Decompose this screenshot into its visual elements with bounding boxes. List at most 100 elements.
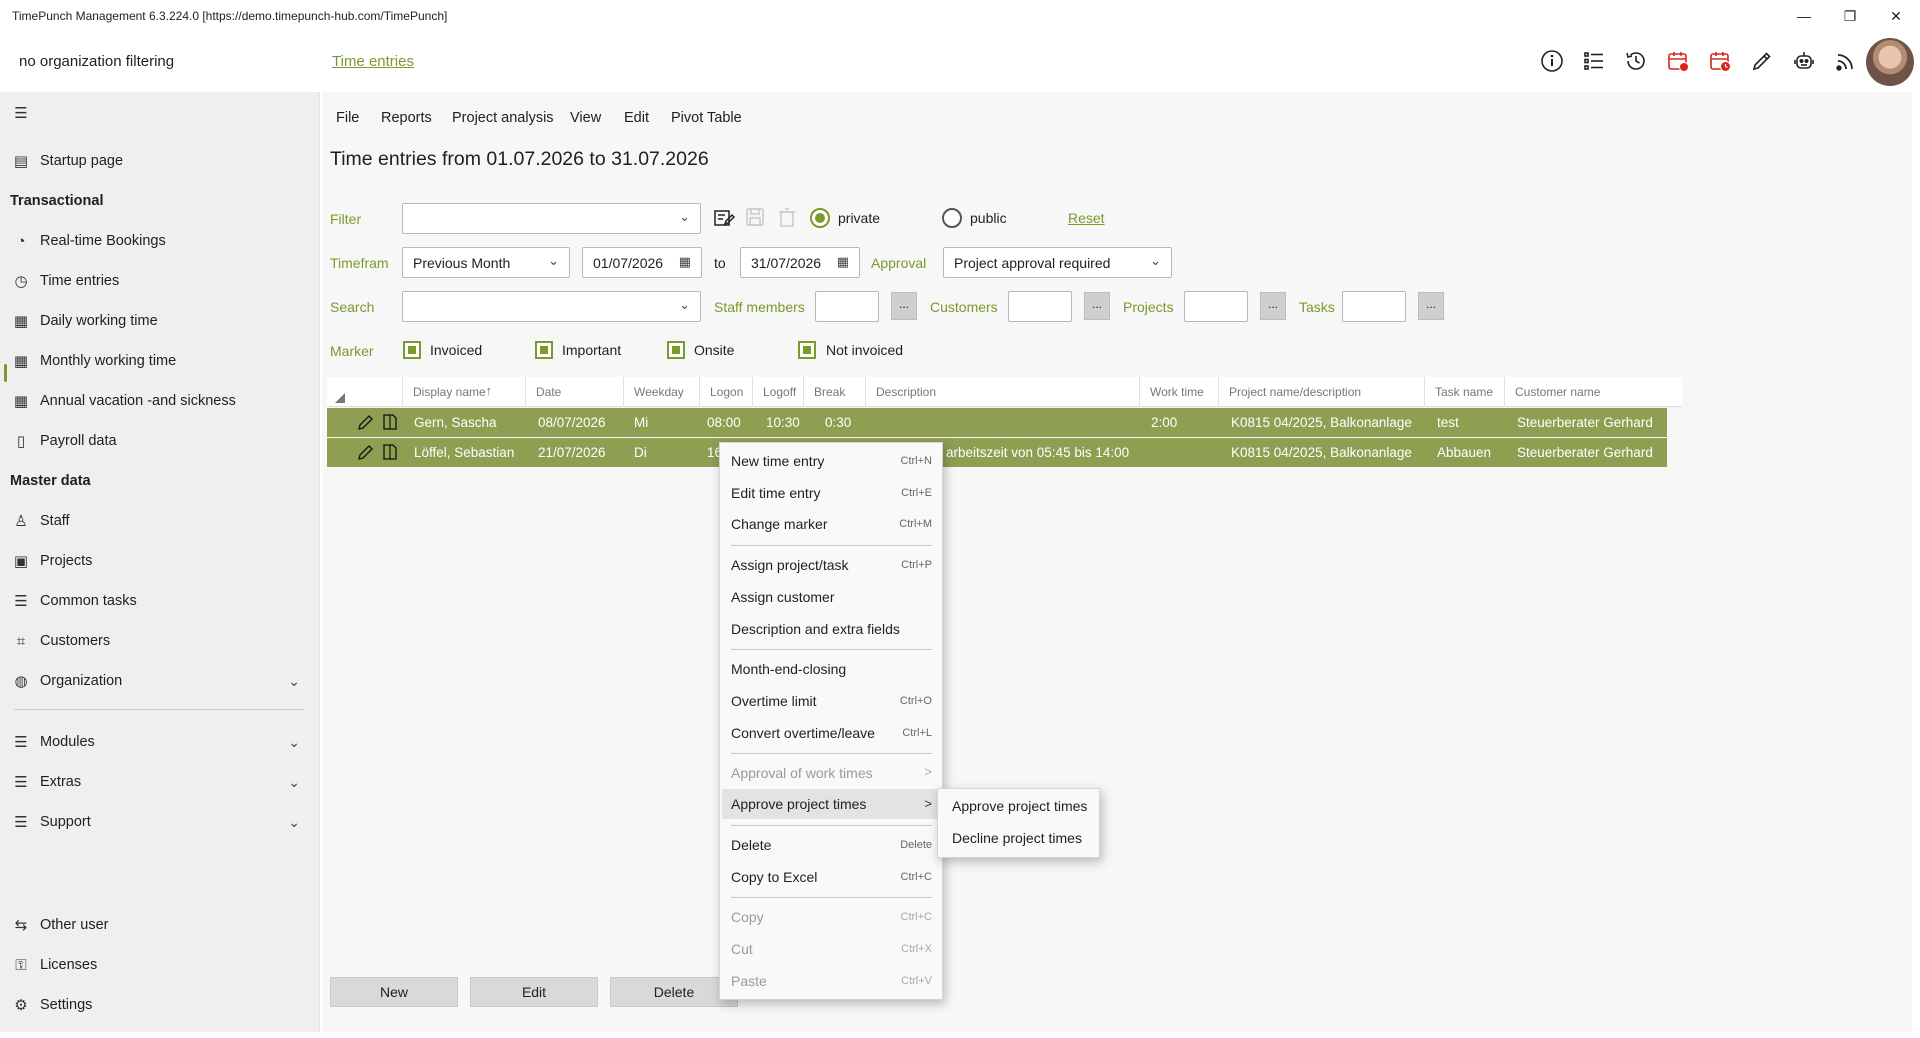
minimize-button[interactable]: — [1781,0,1827,32]
important-checkbox[interactable] [535,341,553,359]
col-customer-name[interactable]: Customer name [1504,377,1654,407]
sidebar-item-time-entries[interactable]: ◷ Time entries [0,264,320,298]
filter-select[interactable]: ⌄ [402,203,701,234]
new-button[interactable]: New [330,977,458,1007]
ctx-description-fields[interactable]: Description and extra fields [731,615,934,643]
edit-pencil-icon[interactable] [357,443,375,461]
sidebar-item-startup[interactable]: ▤ Startup page [0,144,320,178]
submenu-approve-project-times[interactable]: Approve project times [952,798,1087,824]
menu-edit[interactable]: Edit [624,110,649,126]
sidebar-item-support[interactable]: ☰ Support ⌄ [0,805,320,839]
history-icon[interactable] [1621,46,1651,76]
ctx-assign-project[interactable]: Assign project/task Ctrl+P [731,551,934,579]
sidebar-item-projects[interactable]: ▣ Projects [0,544,320,578]
sidebar-item-customers[interactable]: ⌗ Customers [0,624,320,658]
sidebar-item-other-user[interactable]: ⇆ Other user [0,908,320,942]
submenu-decline-project-times[interactable]: Decline project times [952,830,1082,856]
col-task-name[interactable]: Task name [1424,377,1494,407]
approval-value: Project approval required [954,255,1111,271]
col-project[interactable]: Project name/description [1218,377,1418,407]
ctx-label: Copy [731,909,764,925]
ctx-overtime-limit[interactable]: Overtime limit Ctrl+O [731,687,934,715]
ctx-assign-customer[interactable]: Assign customer [731,583,934,611]
restore-button[interactable]: ❐ [1827,0,1873,32]
edit-button[interactable]: Edit [470,977,598,1007]
date-from-input[interactable]: 01/07/2026 ▦ [582,247,702,278]
menu-file[interactable]: File [336,110,359,126]
ctx-delete[interactable]: Delete Delete [731,831,934,859]
col-date[interactable]: Date [525,377,609,407]
tasks-input[interactable] [1342,291,1406,322]
info-icon[interactable] [1537,46,1567,76]
organization-filter[interactable]: no organization filtering [19,53,174,70]
menu-reports[interactable]: Reports [381,110,432,126]
breadcrumb[interactable]: Time entries [332,53,414,70]
sidebar-item-monthly-working-time[interactable]: ▦ Monthly working time [0,344,320,378]
timeframe-select[interactable]: Previous Month ⌄ [402,247,570,278]
ctx-change-marker[interactable]: Change marker Ctrl+M [731,510,934,538]
not-invoiced-checkbox[interactable] [798,341,816,359]
customers-picker-button[interactable]: ... [1084,292,1110,320]
sidebar-item-payroll-data[interactable]: ▯ Payroll data [0,424,320,458]
calendar-clock-icon[interactable] [1705,46,1735,76]
sidebar-item-label: Settings [40,997,93,1013]
sidebar-item-modules[interactable]: ☰ Modules ⌄ [0,725,320,759]
select-all-corner[interactable] [335,393,345,403]
sidebar-item-daily-working-time[interactable]: ▦ Daily working time [0,304,320,338]
ctx-approve-project-times[interactable]: Approve project times > [722,789,940,819]
staff-members-picker-button[interactable]: ... [891,292,917,320]
projects-input[interactable] [1184,291,1248,322]
public-radio[interactable] [942,208,962,228]
menu-project-analysis[interactable]: Project analysis [452,110,554,126]
staff-members-input[interactable] [815,291,879,322]
onsite-checkbox[interactable] [667,341,685,359]
ctx-new-time-entry[interactable]: New time entry Ctrl+N [731,447,934,475]
close-button[interactable]: ✕ [1873,0,1919,32]
table-row[interactable]: Gern, Sascha 08/07/2026 Mi 08:00 10:30 0… [327,408,1667,437]
customers-icon: ⌗ [16,632,26,650]
customers-input[interactable] [1008,291,1072,322]
note-icon[interactable] [382,413,398,431]
projects-picker-button[interactable]: ... [1260,292,1286,320]
search-input[interactable]: ⌄ [402,291,701,322]
edit-pencil-icon[interactable] [357,413,375,431]
sidebar-item-annual-vacation[interactable]: ▦ Annual vacation -and sickness [0,384,320,418]
col-logon[interactable]: Logon [699,377,759,407]
list-icon[interactable] [1579,46,1609,76]
col-break[interactable]: Break [803,377,845,407]
edit-filter-icon[interactable] [713,207,735,229]
avatar[interactable] [1866,38,1914,86]
sidebar-item-settings[interactable]: ⚙ Settings [0,988,320,1022]
col-weekday[interactable]: Weekday [623,377,689,407]
menu-pivot-table[interactable]: Pivot Table [671,110,742,126]
tasks-picker-button[interactable]: ... [1418,292,1444,320]
sidebar-item-licenses[interactable]: ⚿ Licenses [0,948,320,982]
date-to-input[interactable]: 31/07/2026 ▦ [740,247,860,278]
sidebar-item-extras[interactable]: ☰ Extras ⌄ [0,765,320,799]
col-work-time[interactable]: Work time [1139,377,1209,407]
calendar-warning-icon[interactable] [1663,46,1693,76]
sidebar-item-staff[interactable]: ♙ Staff [0,504,320,538]
note-icon[interactable] [382,443,398,461]
col-display-name[interactable]: Display name ↑ [402,377,502,407]
ctx-convert-overtime[interactable]: Convert overtime/leave Ctrl+L [731,719,934,747]
important-label: Important [562,342,622,358]
robot-icon[interactable] [1789,46,1819,76]
col-logoff[interactable]: Logoff [752,377,805,407]
hamburger-menu-button[interactable]: ☰ [0,96,320,130]
private-radio[interactable] [810,208,830,228]
col-description[interactable]: Description [865,377,1095,407]
ctx-month-end-closing[interactable]: Month-end-closing [731,655,934,683]
reset-link[interactable]: Reset [1068,210,1105,226]
sidebar-item-common-tasks[interactable]: ☰ Common tasks [0,584,320,618]
sidebar-item-organization[interactable]: ◍ Organization ⌄ [0,664,320,698]
menu-view[interactable]: View [570,110,601,126]
pencil-icon[interactable] [1747,46,1777,76]
invoiced-checkbox[interactable] [403,341,421,359]
feed-icon[interactable] [1831,46,1861,76]
sidebar-item-realtime-bookings[interactable]: ◔ Real-time Bookings [0,224,320,258]
ctx-copy-to-excel[interactable]: Copy to Excel Ctrl+C [731,863,934,891]
table-row[interactable]: Löffel, Sebastian 21/07/2026 Di 16 arbei… [327,438,1667,467]
ctx-edit-time-entry[interactable]: Edit time entry Ctrl+E [731,479,934,507]
approval-select[interactable]: Project approval required ⌄ [943,247,1172,278]
